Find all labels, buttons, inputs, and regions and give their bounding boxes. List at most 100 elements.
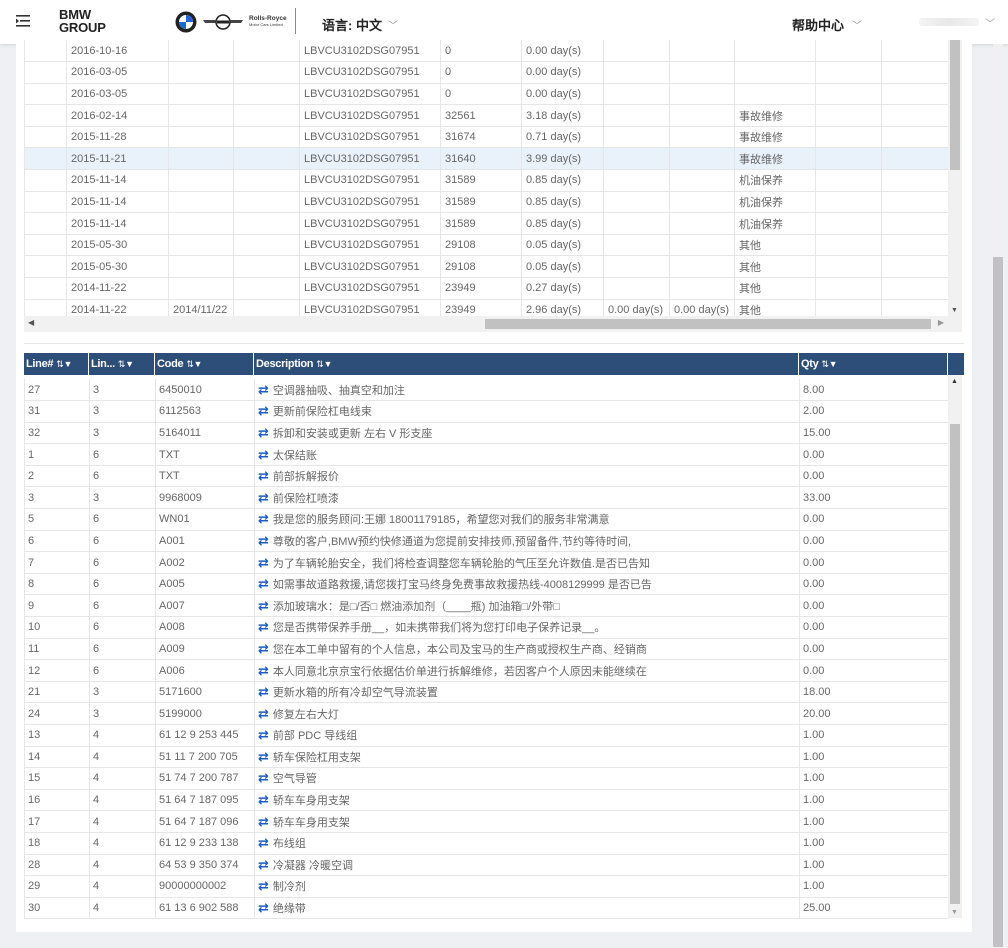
job-line-row[interactable]: 13 4 61 12 9 253 445 ⇄ 前部 PDC 导线组 1.00 bbox=[24, 724, 949, 747]
job-line-row[interactable]: 15 4 51 74 7 200 787 ⇄ 空气导管 1.00 bbox=[24, 767, 949, 790]
history-row[interactable]: 2015-11-14 LBVCU3102DSG07951 31589 0.85 day… bbox=[24, 212, 949, 235]
history-horizontal-scrollbar[interactable]: ◀ ▶ bbox=[24, 316, 962, 332]
swap-arrows-icon[interactable]: ⇄ bbox=[258, 792, 269, 807]
job-line-row[interactable]: 9 6 A007 ⇄ 添加玻璃水：是□/否□ 燃油添加剂（____瓶) 加油箱□/外带□… bbox=[24, 594, 949, 618]
job-line-cell: 29 bbox=[24, 875, 90, 898]
history-row[interactable]: 2015-11-14 LBVCU3102DSG07951 31589 0.85 day… bbox=[24, 169, 949, 192]
scroll-down-icon[interactable]: ▼ bbox=[951, 909, 958, 916]
scroll-left-icon[interactable]: ◀ bbox=[28, 318, 34, 327]
swap-arrows-icon[interactable]: ⇄ bbox=[258, 900, 269, 915]
job-line-row[interactable]: 29 4 90000000002 ⇄ 制冷剂 1.00 bbox=[24, 875, 949, 898]
swap-arrows-icon[interactable]: ⇄ bbox=[258, 403, 269, 418]
job-line-row[interactable]: 17 4 51 64 7 187 096 ⇄ 轿车车身用支架 1.00 bbox=[24, 810, 949, 833]
sort-filter-icon[interactable]: ⇅▼ bbox=[186, 359, 202, 369]
job-line-row[interactable]: 3 3 9968009 ⇄ 前保险杠喷漆 33.00 bbox=[24, 486, 949, 510]
job-line-row[interactable]: 24 3 5199000 ⇄ 修复左右大灯 20.00 bbox=[24, 702, 949, 725]
swap-arrows-icon[interactable]: ⇄ bbox=[258, 814, 269, 829]
swap-arrows-icon[interactable]: ⇄ bbox=[258, 619, 269, 634]
history-vertical-scrollbar[interactable]: ▼ bbox=[948, 40, 962, 316]
history-row[interactable]: 2016-03-05 LBVCU3102DSG07951 0 0.00 day(s) bbox=[24, 83, 949, 106]
help-center-label: 帮助中心 bbox=[792, 18, 845, 33]
history-row[interactable]: 2016-02-14 LBVCU3102DSG07951 32561 3.18 day… bbox=[24, 104, 949, 127]
job-line-row[interactable]: 18 4 61 12 9 233 138 ⇄ 布线组 1.00 bbox=[24, 832, 949, 855]
job-line-cell: 1.00 bbox=[799, 789, 949, 812]
swap-arrows-icon[interactable]: ⇄ bbox=[258, 468, 269, 483]
history-cell bbox=[24, 104, 67, 127]
swap-arrows-icon[interactable]: ⇄ bbox=[258, 382, 269, 397]
menu-toggle-icon[interactable] bbox=[16, 14, 32, 28]
col-header-line[interactable]: Line# ⇅▼ bbox=[24, 353, 89, 375]
history-row[interactable]: 2015-05-30 LBVCU3102DSG07951 29108 0.05 day… bbox=[24, 234, 949, 257]
history-row[interactable]: 2016-10-16 LBVCU3102DSG07951 0 0.00 day(s) bbox=[24, 40, 949, 63]
swap-arrows-icon[interactable]: ⇄ bbox=[258, 425, 269, 440]
job-line-row[interactable]: 12 6 A006 ⇄ 本人同意北京京宝行依据估价单进行拆解维修，若因客户个人原因未能继… bbox=[24, 659, 949, 682]
job-line-cell: 15 bbox=[24, 767, 90, 790]
job-line-row[interactable]: 14 4 51 11 7 200 705 ⇄ 轿车保险杠用支架 1.00 bbox=[24, 746, 949, 769]
job-line-row[interactable]: 10 6 A008 ⇄ 您是否携带保养手册__，如未携带我们将为您打印电子保养记录__。… bbox=[24, 616, 949, 639]
job-line-row[interactable]: 21 3 5171600 ⇄ 更新水箱的所有冷却空气导流装置 18.00 bbox=[24, 681, 949, 704]
history-cell bbox=[669, 104, 735, 127]
swap-arrows-icon[interactable]: ⇄ bbox=[258, 490, 269, 505]
sort-filter-icon[interactable]: ⇅▼ bbox=[56, 359, 72, 369]
swap-arrows-icon[interactable]: ⇄ bbox=[258, 511, 269, 526]
history-row[interactable]: 2015-05-30 LBVCU3102DSG07951 29108 0.05 day… bbox=[24, 255, 949, 279]
job-line-row[interactable]: 11 6 A009 ⇄ 您在本工单中留有的个人信息，本公司及宝马的生产商或授权生产商、经… bbox=[24, 638, 949, 661]
sort-filter-icon[interactable]: ⇅▼ bbox=[316, 359, 332, 369]
col-header-description[interactable]: Description ⇅▼ bbox=[254, 353, 799, 375]
job-line-cell: 18.00 bbox=[799, 681, 949, 704]
swap-arrows-icon[interactable]: ⇄ bbox=[258, 749, 269, 764]
job-line-row[interactable]: 31 3 6112563 ⇄ 更新前保险杠电线束 2.00 bbox=[24, 400, 949, 423]
swap-arrows-icon[interactable]: ⇄ bbox=[258, 706, 269, 721]
job-line-row[interactable]: 27 3 6450010 ⇄ 空调器抽吸、抽真空和加注 8.00 bbox=[24, 379, 949, 402]
scroll-down-icon[interactable]: ▼ bbox=[951, 307, 958, 314]
swap-arrows-icon[interactable]: ⇄ bbox=[258, 857, 269, 872]
job-line-row[interactable]: 5 6 WN01 ⇄ 我是您的服务顾问:王娜 18001179185，希望您对我们的服务… bbox=[24, 508, 949, 531]
job-line-row[interactable]: 28 4 64 53 9 350 374 ⇄ 冷凝器 冷暖空调 1.00 bbox=[24, 854, 949, 877]
job-line-row[interactable]: 8 6 A005 ⇄ 如需事故道路救援,请您拨打宝马终身免费事故救援热线-4008129… bbox=[24, 573, 949, 596]
swap-arrows-icon[interactable]: ⇄ bbox=[258, 641, 269, 656]
page-vertical-scrollbar[interactable] bbox=[993, 44, 1003, 948]
swap-arrows-icon[interactable]: ⇄ bbox=[258, 598, 269, 613]
swap-arrows-icon[interactable]: ⇄ bbox=[258, 533, 269, 548]
user-menu[interactable]: ﹀ bbox=[905, 15, 995, 30]
scrollbar-thumb[interactable] bbox=[950, 424, 960, 904]
scrollbar-thumb[interactable] bbox=[950, 40, 960, 170]
sort-filter-icon[interactable]: ⇅▼ bbox=[118, 359, 134, 369]
job-line-cell: A006 bbox=[155, 659, 255, 682]
swap-arrows-icon[interactable]: ⇄ bbox=[258, 663, 269, 678]
job-line-row[interactable]: 30 4 61 13 6 902 588 ⇄ 绝缘带 25.00 bbox=[24, 897, 949, 920]
job-line-row[interactable]: 7 6 A002 ⇄ 为了车辆轮胎安全，我们将检查调整您车辆轮胎的气压至允许数值.是否已… bbox=[24, 551, 949, 574]
language-selector[interactable]: 语言: 中文 ﹀ bbox=[322, 15, 398, 34]
col-header-code[interactable]: Code ⇅▼ bbox=[155, 353, 254, 375]
job-line-cell: 6 bbox=[89, 616, 156, 639]
job-line-row[interactable]: 16 4 51 64 7 187 095 ⇄ 轿车车身用支架 1.00 bbox=[24, 789, 949, 812]
swap-arrows-icon[interactable]: ⇄ bbox=[258, 555, 269, 570]
sort-filter-icon[interactable]: ⇅▼ bbox=[821, 359, 837, 369]
history-row[interactable]: 2016-03-05 LBVCU3102DSG07951 0 0.00 day(s) bbox=[24, 61, 949, 84]
history-cell bbox=[815, 61, 882, 84]
scroll-up-icon[interactable]: ▲ bbox=[951, 378, 958, 385]
swap-arrows-icon[interactable]: ⇄ bbox=[258, 770, 269, 785]
swap-arrows-icon[interactable]: ⇄ bbox=[258, 576, 269, 591]
scroll-right-icon[interactable]: ▶ bbox=[938, 318, 944, 327]
swap-arrows-icon[interactable]: ⇄ bbox=[258, 447, 269, 462]
history-row[interactable]: 2014-11-22 LBVCU3102DSG07951 23949 0.27 day… bbox=[24, 277, 949, 300]
page-scrollbar-thumb[interactable] bbox=[993, 257, 1003, 947]
help-center-menu[interactable]: 帮助中心 ﹀ bbox=[792, 15, 862, 34]
swap-arrows-icon[interactable]: ⇄ bbox=[258, 727, 269, 742]
col-header-line-type[interactable]: Lin... ⇅▼ bbox=[89, 353, 155, 375]
swap-arrows-icon[interactable]: ⇄ bbox=[258, 835, 269, 850]
swap-arrows-icon[interactable]: ⇄ bbox=[258, 684, 269, 699]
history-row[interactable]: 2015-11-14 LBVCU3102DSG07951 31589 0.85 day… bbox=[24, 191, 949, 214]
history-row[interactable]: 2015-11-28 LBVCU3102DSG07951 31674 0.71 day… bbox=[24, 126, 949, 149]
history-row[interactable]: 2015-11-21 LBVCU3102DSG07951 31640 3.99 day… bbox=[24, 147, 949, 171]
scrollbar-thumb[interactable] bbox=[485, 319, 931, 329]
job-line-row[interactable]: 6 6 A001 ⇄ 尊敬的客户,BMW预约快修通道为您提前安排技师,预留备件,节约等待… bbox=[24, 530, 949, 553]
swap-arrows-icon[interactable]: ⇄ bbox=[258, 878, 269, 893]
history-cell bbox=[603, 147, 670, 171]
job-line-row[interactable]: 2 6 TXT ⇄ 前部拆解报价 0.00 bbox=[24, 465, 949, 488]
col-header-qty[interactable]: Qty ⇅▼ bbox=[799, 353, 948, 375]
job-line-row[interactable]: 1 6 TXT ⇄ 太保结账 0.00 bbox=[24, 443, 949, 466]
job-line-row[interactable]: 32 3 5164011 ⇄ 拆卸和安装或更新 左右 V 形支座 15.00 bbox=[24, 422, 949, 445]
job-lines-vertical-scrollbar[interactable]: ▲ ▼ bbox=[948, 375, 962, 918]
